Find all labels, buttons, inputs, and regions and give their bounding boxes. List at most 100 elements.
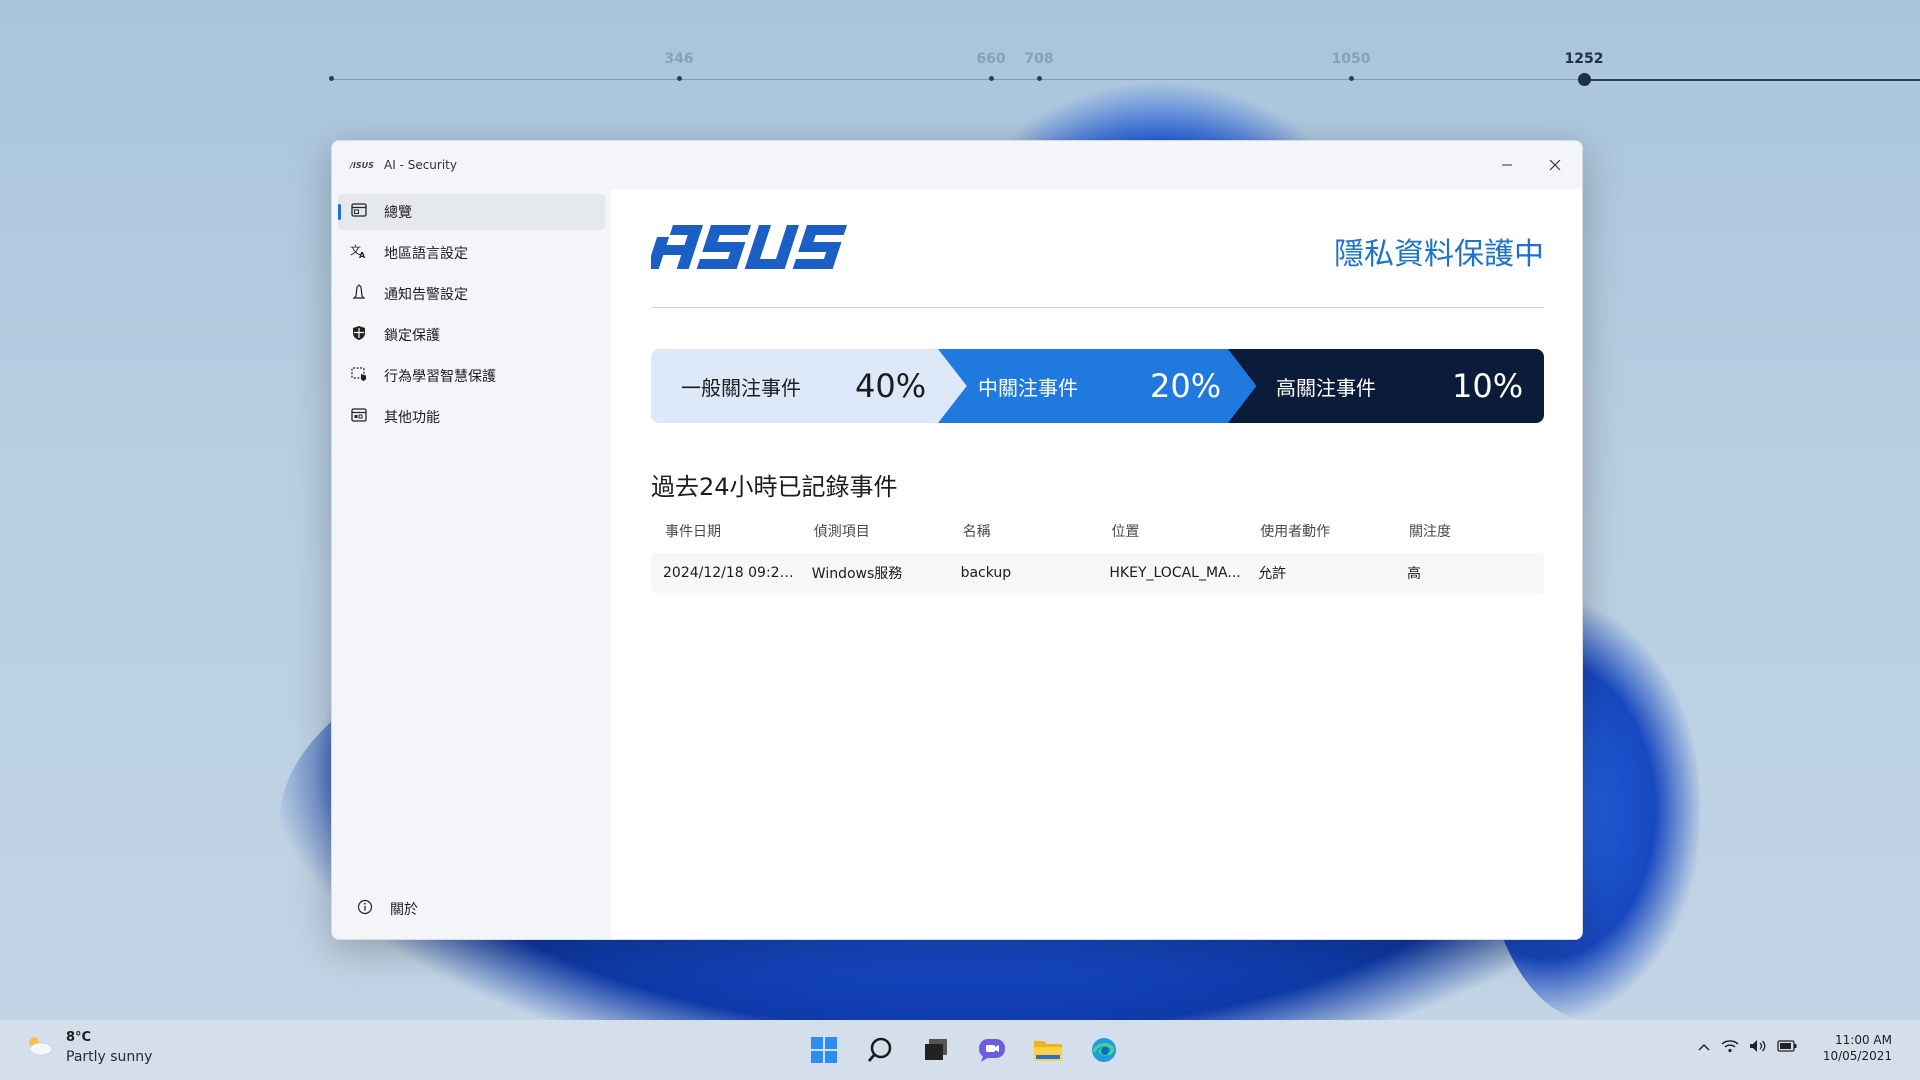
timeline-label: 708 (1024, 51, 1054, 67)
level-low-label: 一般關注事件 (681, 375, 801, 400)
table-header: 事件日期 偵測項目 名稱 位置 使用者動作 關注度 (651, 509, 1544, 553)
taskbar-apps (806, 1032, 1122, 1068)
clock-time: 11:00 AM (1835, 1033, 1892, 1047)
timeline-label: 660 (976, 51, 1006, 67)
clock-date: 10/05/2021 (1822, 1049, 1892, 1063)
asus-logo (646, 225, 853, 273)
app-window: /ISUS AI - Security 總覽 文A 地區語言設定 通知告警設定 (331, 140, 1583, 940)
column-header[interactable]: 事件日期 (651, 521, 800, 541)
timeline-overlay: 346 660 708 1050 1252 (0, 0, 1920, 100)
sidebar-item-language[interactable]: 文A 地區語言設定 (338, 235, 605, 271)
sidebar-item-label: 地區語言設定 (384, 246, 468, 262)
timeline-marker[interactable] (1578, 73, 1591, 86)
level-high-label: 高關注事件 (1276, 375, 1376, 400)
title-bar[interactable]: /ISUS AI - Security (332, 141, 1582, 189)
taskbar: 8°C Partly sunny 11:00 AM 10/05/2021 (0, 1020, 1920, 1080)
wifi-icon[interactable] (1721, 1039, 1739, 1057)
concern-levels-bar: 一般關注事件 40% 中關注事件 20% 高關注事件 10% (651, 349, 1544, 423)
timeline-tick (1349, 76, 1354, 81)
edge-icon (1092, 1038, 1116, 1062)
timeline-tick (1037, 76, 1042, 81)
weather-temperature: 8°C (66, 1030, 92, 1045)
protection-status-title: 隱私資料保護中 (1334, 237, 1544, 272)
main-content: 隱私資料保護中 一般關注事件 40% 中關注事件 20% 高關注事件 10% 過… (611, 189, 1582, 939)
task-view-button[interactable] (918, 1032, 954, 1068)
timeline-tick (677, 76, 682, 81)
window-title: AI - Security (384, 158, 457, 172)
column-header[interactable]: 關注度 (1395, 521, 1544, 541)
timeline-label: 1050 (1331, 51, 1371, 67)
sidebar-item-label: 鎖定保護 (384, 328, 440, 344)
shield-icon (348, 325, 370, 345)
search-icon (867, 1037, 892, 1062)
sidebar-item-behavior-learning[interactable]: 行為學習智慧保護 (338, 358, 605, 394)
sidebar-item-label: 其他功能 (384, 410, 440, 426)
column-header[interactable]: 名稱 (949, 521, 1098, 541)
level-medium: 中關注事件 20% (938, 349, 1258, 423)
sidebar: 總覽 文A 地區語言設定 通知告警設定 鎖定保護 行為學習智慧保護 其他功能 關… (332, 189, 611, 939)
search-button[interactable] (862, 1032, 898, 1068)
timeline-tick (329, 76, 334, 81)
level-low: 一般關注事件 40% (651, 349, 971, 423)
sidebar-item-label: 總覽 (384, 205, 412, 221)
other-features-icon (348, 408, 370, 426)
table-cell: 允許 (1258, 566, 1287, 582)
sidebar-item-overview[interactable]: 總覽 (338, 194, 605, 230)
column-header[interactable]: 偵測項目 (800, 521, 949, 541)
minimize-button[interactable] (1484, 141, 1530, 189)
close-button[interactable] (1532, 141, 1578, 189)
volume-icon[interactable] (1749, 1039, 1767, 1057)
table-row[interactable]: 2024/12/18 09:23:45 Windows服務 backup HKE… (651, 553, 1544, 593)
column-header[interactable]: 位置 (1097, 521, 1246, 541)
sidebar-item-label: 關於 (390, 902, 418, 918)
sidebar-item-label: 通知告警設定 (384, 287, 468, 303)
sidebar-item-other-features[interactable]: 其他功能 (338, 399, 605, 435)
battery-icon[interactable] (1777, 1040, 1797, 1056)
header-divider (651, 307, 1544, 308)
weather-description: Partly sunny (66, 1049, 153, 1065)
timeline-tick (989, 76, 994, 81)
language-icon: 文A (348, 243, 370, 263)
section-title: 過去24小時已記錄事件 (651, 473, 898, 501)
start-button[interactable] (806, 1032, 842, 1068)
table-cell: backup (960, 565, 1012, 581)
timeline-label-active: 1252 (1564, 51, 1604, 67)
notification-icon (348, 284, 370, 304)
table-cell: Windows服務 (811, 566, 903, 582)
sidebar-item-about[interactable]: 關於 (344, 891, 611, 927)
chat-button[interactable] (974, 1032, 1010, 1068)
behavior-learning-icon (348, 366, 370, 386)
sidebar-item-label: 行為學習智慧保護 (384, 369, 496, 385)
level-high: 高關注事件 10% (1228, 349, 1544, 423)
timeline-label: 346 (664, 51, 694, 67)
level-medium-label: 中關注事件 (978, 375, 1078, 400)
close-icon (1549, 159, 1561, 171)
timeline-line-active (1584, 79, 1920, 81)
system-tray: 11:00 AM 10/05/2021 (1697, 1032, 1892, 1064)
column-header[interactable]: 使用者動作 (1246, 521, 1395, 541)
sidebar-item-notifications[interactable]: 通知告警設定 (338, 276, 605, 312)
partly-sunny-icon (24, 1033, 54, 1063)
file-explorer-button[interactable] (1030, 1032, 1066, 1068)
overview-icon (348, 203, 370, 221)
svg-text:A: A (359, 251, 366, 259)
table-cell: 高 (1406, 566, 1421, 582)
app-logo-icon: /ISUS (350, 160, 374, 170)
weather-widget[interactable]: 8°C Partly sunny (24, 1030, 152, 1065)
level-medium-value: 20% (1150, 367, 1222, 405)
events-table: 事件日期 偵測項目 名稱 位置 使用者動作 關注度 2024/12/18 09:… (651, 509, 1544, 593)
sidebar-item-lock-protection[interactable]: 鎖定保護 (338, 317, 605, 353)
edge-browser-button[interactable] (1086, 1032, 1122, 1068)
table-cell: HKEY_LOCAL_MA... (1109, 565, 1241, 581)
table-cell: 2024/12/18 09:23:45 (663, 565, 800, 581)
chat-icon (979, 1039, 1005, 1062)
info-icon (354, 899, 376, 919)
minimize-icon (1502, 164, 1512, 166)
task-view-icon (925, 1039, 947, 1060)
level-high-value: 10% (1452, 367, 1524, 405)
clock[interactable]: 11:00 AM 10/05/2021 (1823, 1032, 1892, 1064)
level-low-value: 40% (855, 367, 927, 405)
windows-icon (811, 1037, 837, 1063)
chevron-up-icon[interactable] (1697, 1040, 1711, 1056)
folder-icon (1034, 1041, 1062, 1061)
